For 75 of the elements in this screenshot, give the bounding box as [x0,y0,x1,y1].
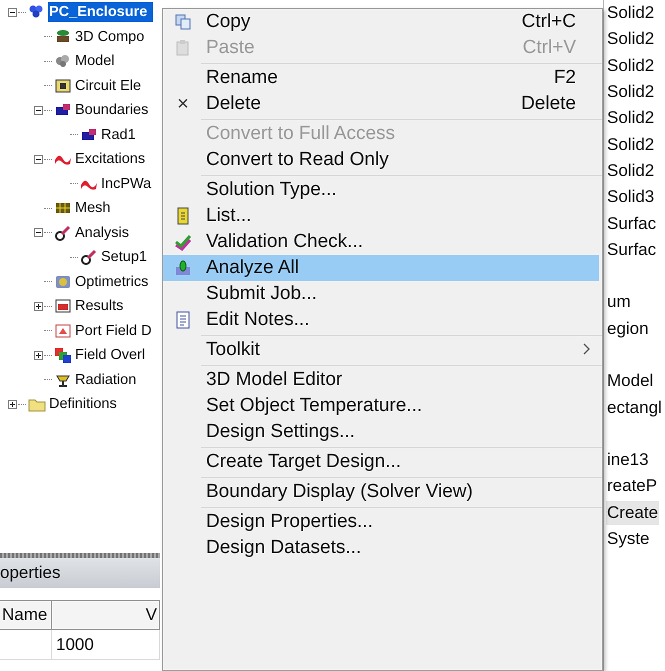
tree-item[interactable]: Radiation [74,370,138,390]
tree-item[interactable]: Field Overl [74,345,146,366]
menu-item[interactable]: Validation Check... [163,229,599,255]
expand-icon[interactable] [8,400,16,409]
notes-icon [174,311,192,329]
tree-item[interactable]: Excitations [74,149,146,170]
object-name[interactable]: ectangl [606,396,663,420]
menu-item[interactable]: Copy Ctrl+C [163,9,599,35]
object-name[interactable]: Surfac [606,212,658,236]
object-name[interactable]: Solid2 [606,1,656,26]
menu-item[interactable]: Design Properties... [163,509,599,535]
expand-icon[interactable] [34,350,42,360]
object-name[interactable]: Model [606,369,654,394]
object-name[interactable]: Solid2 [606,158,656,183]
menu-item[interactable]: Rename F2 [163,65,599,91]
tree-item[interactable]: Definitions [48,394,118,414]
probe-icon [54,224,72,242]
menu-item[interactable]: Toolkit [163,337,599,363]
collapse-icon[interactable] [34,154,42,164]
object-name[interactable]: Surfac [606,238,658,262]
tree-item[interactable]: Boundaries [74,100,150,120]
tree-item[interactable]: IncPWa [100,174,152,194]
overlapping-squares-icon [54,346,72,364]
object-name[interactable]: reateP [606,474,658,498]
tree-item[interactable]: Setup1 [100,247,148,268]
object-name[interactable]: ine13 [606,448,650,472]
collapse-icon[interactable] [8,8,16,17]
menu-item[interactable]: Set Object Temperature... [163,393,599,419]
collapse-icon[interactable] [34,228,42,238]
column-header[interactable]: Name [0,600,52,630]
menu-item[interactable]: Design Datasets... [163,535,599,561]
column-header[interactable]: V [52,600,160,630]
menu-item[interactable]: Convert to Read Only [163,147,599,173]
tree-item[interactable]: Port Field D [74,320,153,341]
tree-item[interactable]: Model [74,51,116,72]
tree-item[interactable]: Circuit Ele [74,76,142,96]
tree-item[interactable]: Rad1 [100,124,137,145]
object-name[interactable]: Create [606,500,660,525]
tree-item[interactable]: Results [74,296,124,316]
chart-icon [54,297,72,316]
chip-icon [54,76,72,95]
expand-icon[interactable] [34,302,42,311]
menu-item[interactable]: Solution Type... [163,177,599,203]
tree-item[interactable]: Analysis [74,222,130,243]
tree-item[interactable]: Mesh [74,198,112,218]
menu-item[interactable]: List... [163,203,599,229]
object-name[interactable]: um [606,290,632,314]
object-name[interactable]: Solid2 [606,54,656,78]
object-name[interactable]: Solid2 [606,80,656,104]
analyze-icon [174,259,192,277]
object-name[interactable]: Solid3 [606,185,656,210]
menu-item[interactable]: Boundary Display (Solver View) [163,479,599,505]
object-name[interactable]: Syste [606,527,651,552]
copy-icon [174,13,192,31]
menu-item[interactable]: Submit Job... [163,281,599,307]
delete-icon: × [177,92,189,116]
checkmark-icon [174,233,192,251]
table-cell [0,630,52,660]
table-cell: 1000 [52,630,160,660]
tree-item[interactable]: Optimetrics [74,272,150,292]
object-name[interactable]: Solid2 [606,106,656,130]
tree-item[interactable]: 3D Compo [74,26,146,47]
menu-item[interactable]: × Delete Delete [163,91,599,117]
menu-item[interactable]: Design Settings... [163,419,599,445]
object-name[interactable]: egion [606,316,650,341]
menu-item[interactable]: Analyze All [163,255,599,281]
menu-item[interactable]: 3D Model Editor [163,367,599,393]
collapse-icon[interactable] [34,106,42,115]
menu-item[interactable]: Edit Notes... [163,307,599,333]
probe-icon [80,248,98,266]
object-name[interactable]: Solid2 [606,27,656,52]
menu-item[interactable]: Create Target Design... [163,449,599,475]
object-name[interactable]: Solid2 [606,132,656,157]
panel-title: operties [0,558,160,588]
tree-item[interactable]: PC_Enclosure [48,2,154,22]
